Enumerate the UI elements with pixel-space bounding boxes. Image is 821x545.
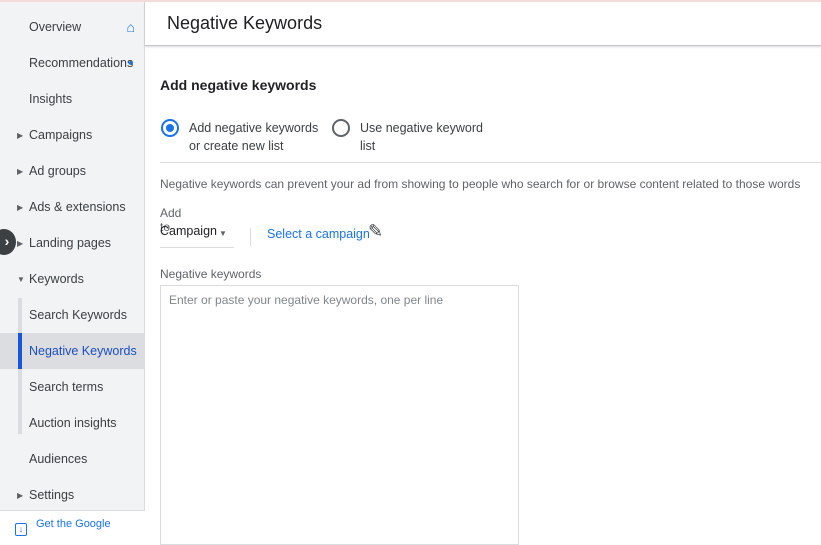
sidebar-item-search-keywords[interactable]: Search Keywords bbox=[0, 297, 145, 333]
label: Overview bbox=[29, 20, 82, 34]
download-icon: ↓ bbox=[15, 523, 27, 536]
home-icon: ⌂ bbox=[126, 19, 135, 35]
label: Search terms bbox=[29, 380, 104, 394]
sidebar-item-negative-keywords[interactable]: Negative Keywords bbox=[0, 333, 145, 369]
label: Ad groups bbox=[29, 164, 86, 178]
sidebar-item-keywords[interactable]: ▼ Keywords bbox=[0, 261, 145, 297]
label: Settings bbox=[29, 488, 75, 502]
sidebar: Overview ⌂ Recommendations Insights ▶ Camp… bbox=[0, 2, 145, 536]
caret-right-icon: ▶ bbox=[17, 202, 24, 212]
label: Insights bbox=[29, 92, 73, 106]
label: Auction insights bbox=[29, 416, 117, 430]
sidebar-item-landing-pages[interactable]: ▶ Landing pages bbox=[0, 225, 145, 261]
label: Use negative keyword list bbox=[360, 121, 483, 153]
caret-right-icon: ▶ bbox=[17, 166, 24, 176]
radio-add-keywords[interactable]: Add negative keywords or create new list bbox=[161, 119, 331, 155]
notification-dot-icon bbox=[129, 61, 133, 65]
sidebar-item-search-terms[interactable]: Search terms bbox=[0, 369, 145, 405]
label: Search Keywords bbox=[29, 308, 127, 322]
sidebar-item-settings[interactable]: ▶ Settings bbox=[0, 477, 145, 513]
divider bbox=[250, 228, 251, 246]
label: Recommendations bbox=[29, 56, 134, 70]
value: Campaign bbox=[160, 224, 217, 238]
label: Get the Google bbox=[36, 518, 111, 530]
label: Landing pages bbox=[29, 236, 112, 250]
label: Ads & extensions bbox=[29, 200, 126, 214]
sidebar-item-ads-extensions[interactable]: ▶ Ads & extensions bbox=[0, 189, 145, 225]
description: Negative keywords can prevent your ad fr… bbox=[160, 177, 801, 191]
page-header: Negative Keywords bbox=[145, 2, 821, 46]
sidebar-item-insights[interactable]: Insights bbox=[0, 81, 145, 117]
label: Campaigns bbox=[29, 128, 93, 142]
sidebar-item-campaigns[interactable]: ▶ Campaigns bbox=[0, 117, 145, 153]
caret-right-icon: ▶ bbox=[17, 130, 24, 140]
sidebar-item-auction-insights[interactable]: Auction insights bbox=[0, 405, 145, 441]
add-to-dropdown[interactable]: Campaign ▼ bbox=[160, 224, 234, 248]
section-title: Add negative keywords bbox=[160, 77, 317, 93]
radio-selected-icon bbox=[161, 119, 179, 137]
radio-use-list[interactable]: Use negative keyword list bbox=[332, 119, 492, 155]
sidebar-item-overview[interactable]: Overview ⌂ bbox=[0, 9, 145, 45]
page-title: Negative Keywords bbox=[167, 13, 323, 33]
select-campaign-link[interactable]: Select a campaign bbox=[267, 227, 370, 241]
label: Negative Keywords bbox=[29, 344, 137, 358]
dropdown-arrow-icon: ▼ bbox=[219, 229, 227, 238]
divider bbox=[160, 162, 821, 163]
negative-keywords-input[interactable] bbox=[160, 285, 519, 545]
sidebar-item-audiences[interactable]: Audiences bbox=[0, 441, 145, 477]
caret-right-icon: ▶ bbox=[17, 238, 24, 248]
label: Add negative keywords or create new list bbox=[189, 121, 319, 153]
sidebar-item-recommendations[interactable]: Recommendations bbox=[0, 45, 145, 81]
label: Audiences bbox=[29, 452, 88, 466]
radio-unselected-icon bbox=[332, 119, 350, 137]
sidebar-item-ad-groups[interactable]: ▶ Ad groups bbox=[0, 153, 145, 189]
caret-right-icon: ▶ bbox=[17, 490, 24, 500]
get-app-link[interactable]: ↓ Get the Google bbox=[0, 510, 145, 536]
caret-down-icon: ▼ bbox=[17, 274, 25, 284]
edit-pencil-icon[interactable]: ✎ bbox=[368, 221, 383, 242]
keywords-label: Negative keywords bbox=[160, 267, 262, 281]
label: Keywords bbox=[29, 272, 84, 286]
